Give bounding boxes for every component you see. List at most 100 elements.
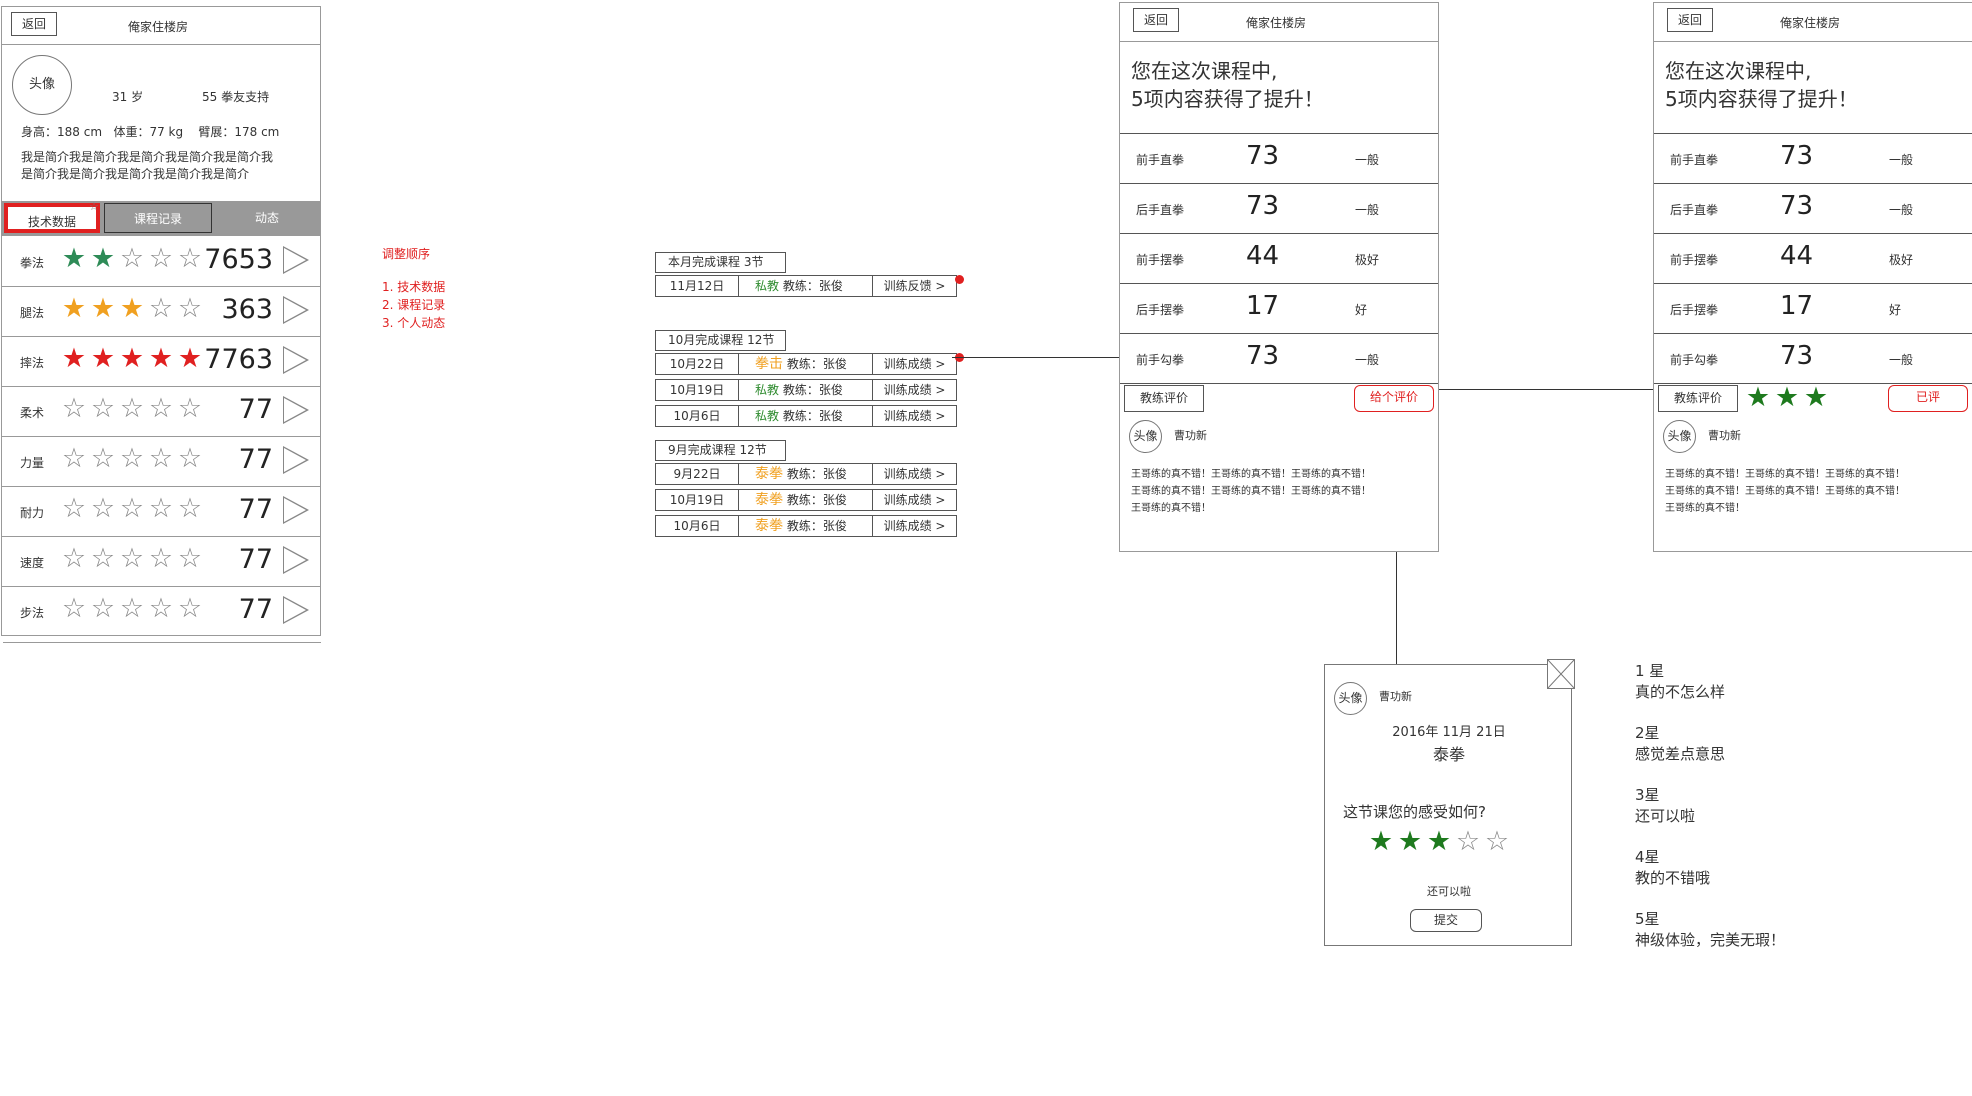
score-value: 73	[1780, 191, 1814, 221]
skill-value: 77	[238, 494, 273, 525]
coach-eval-tab[interactable]: 教练评价	[1658, 385, 1738, 412]
star-empty-icon: ☆	[119, 543, 146, 574]
score-grade: 极好	[1355, 253, 1380, 267]
course-type: 私教	[755, 409, 780, 423]
play-arrow-icon[interactable]	[283, 546, 309, 574]
course-type: 拳击	[755, 356, 783, 372]
course-action-link[interactable]: 训练成绩 >	[872, 379, 957, 401]
back-button[interactable]: 返回	[1133, 8, 1179, 32]
group-header: 本月完成课程 3节	[655, 252, 786, 273]
comment-line: 王哥练的真不错！王哥练的真不错！王哥练的真不错！	[1131, 469, 1371, 480]
order-note-item: 3. 个人动态	[382, 316, 446, 330]
row-divider	[1120, 233, 1438, 234]
course-type: 泰拳	[755, 492, 783, 508]
course-action-link[interactable]: 训练成绩 >	[872, 353, 957, 375]
supporters-count: 55 拳友支持	[202, 90, 270, 104]
star-empty-icon: ☆	[177, 293, 204, 324]
play-arrow-icon[interactable]	[283, 246, 309, 274]
order-note-title: 调整顺序	[382, 247, 431, 261]
skill-row[interactable]: 腿法 ★ ★ ★ ☆ ☆ 363	[2, 286, 320, 336]
play-arrow-icon[interactable]	[283, 446, 309, 474]
legend-level: 1 星	[1635, 662, 1665, 680]
result-screen-b: 返回 俺家住楼房 您在这次课程中, 5项内容获得了提升！ 前手直拳 73 一般 后手直…	[1653, 2, 1972, 552]
rate-button[interactable]: 给个评价	[1354, 385, 1434, 412]
star-filled-icon: ★	[119, 343, 146, 374]
group-header: 9月完成课程 12节	[655, 440, 786, 461]
comment-line: 王哥练的真不错！	[1665, 503, 1745, 514]
close-icon[interactable]	[1547, 659, 1575, 689]
star-filled-icon[interactable]: ★	[1425, 827, 1454, 857]
star-empty-icon[interactable]: ☆	[1454, 827, 1483, 857]
course-info: 泰拳 教练：张俊	[738, 463, 873, 485]
play-arrow-icon[interactable]	[283, 346, 309, 374]
row-divider	[1120, 283, 1438, 284]
star-empty-icon: ☆	[148, 243, 175, 274]
course-info: 私教 教练：张俊	[738, 275, 873, 297]
row-divider	[1654, 133, 1972, 134]
skill-row[interactable]: 力量 ☆ ☆ ☆ ☆ ☆ 77	[2, 436, 320, 486]
course-action-link[interactable]: 训练成绩 >	[872, 463, 957, 485]
star-empty-icon: ☆	[177, 493, 204, 524]
course-action-link[interactable]: 训练成绩 >	[872, 489, 957, 511]
headline: 5项内容获得了提升！	[1665, 87, 1858, 111]
comment-line: 王哥练的真不错！王哥练的真不错！王哥练的真不错！	[1665, 486, 1905, 497]
coach-name: 教练：张俊	[786, 467, 847, 481]
star-empty-icon: ☆	[61, 443, 88, 474]
play-arrow-icon[interactable]	[283, 596, 309, 624]
star-empty-icon: ☆	[90, 493, 117, 524]
headline: 5项内容获得了提升！	[1131, 87, 1324, 111]
coach-name: 教练：张俊	[786, 357, 847, 371]
coach-name: 曹功新	[1379, 690, 1412, 703]
star-filled-icon: ★	[119, 293, 146, 324]
course-date: 10月19日	[655, 489, 739, 511]
skill-row[interactable]: 拳法 ★ ★ ☆ ☆ ☆ 7653	[2, 236, 320, 286]
play-arrow-icon[interactable]	[283, 296, 309, 324]
skill-row[interactable]: 步法 ☆ ☆ ☆ ☆ ☆ 77	[2, 586, 320, 636]
coach-name: 教练：张俊	[782, 409, 843, 423]
skill-row[interactable]: 摔法 ★ ★ ★ ★ ★ 7763	[2, 336, 320, 386]
course-action-link[interactable]: 训练成绩 >	[872, 515, 957, 537]
play-arrow-icon[interactable]	[283, 396, 309, 424]
skill-row[interactable]: 速度 ☆ ☆ ☆ ☆ ☆ 77	[2, 536, 320, 586]
skill-row[interactable]: 耐力 ☆ ☆ ☆ ☆ ☆ 77	[2, 486, 320, 536]
course-date: 10月6日	[655, 515, 739, 537]
star-filled-icon[interactable]: ★	[1396, 827, 1425, 857]
legend-level: 4星	[1635, 848, 1660, 866]
score-grade: 一般	[1355, 353, 1380, 367]
submit-button[interactable]: 提交	[1410, 909, 1482, 932]
star-filled-icon: ★	[177, 343, 204, 374]
play-arrow-icon[interactable]	[283, 496, 309, 524]
tab-course-record[interactable]: 课程记录	[104, 203, 212, 233]
skill-value: 77	[238, 544, 273, 575]
tab-tech-data[interactable]: 技术数据	[4, 203, 100, 233]
back-button[interactable]: 返回	[11, 12, 57, 36]
rated-badge: 已评	[1888, 385, 1968, 412]
star-empty-icon: ☆	[61, 493, 88, 524]
star-filled-icon[interactable]: ★	[1367, 827, 1396, 857]
star-empty-icon: ☆	[119, 243, 146, 274]
rating-question: 这节课您的感受如何?	[1343, 803, 1486, 821]
course-action-link[interactable]: 训练成绩 >	[872, 405, 957, 427]
star-empty-icon[interactable]: ☆	[1483, 827, 1512, 857]
skill-stars: ★ ★ ★ ☆ ☆	[60, 294, 205, 324]
back-button[interactable]: 返回	[1667, 8, 1713, 32]
skill-row[interactable]: 柔术 ☆ ☆ ☆ ☆ ☆ 77	[2, 386, 320, 436]
star-filled-icon: ★	[1803, 382, 1830, 413]
course-action-link[interactable]: 训练反馈 >	[872, 275, 957, 297]
row-divider	[1654, 183, 1972, 184]
skill-stars: ☆ ☆ ☆ ☆ ☆	[60, 544, 205, 574]
score-value: 44	[1246, 241, 1280, 271]
legend-text: 教的不错哦	[1635, 869, 1711, 887]
coach-eval-tab[interactable]: 教练评价	[1124, 385, 1204, 412]
skill-stars: ☆ ☆ ☆ ☆ ☆	[60, 494, 205, 524]
rating-stars-input[interactable]: ★ ★ ★ ☆ ☆	[1367, 827, 1512, 857]
tab-activity[interactable]: 动态	[214, 203, 320, 233]
comment-line: 王哥练的真不错！	[1131, 503, 1211, 514]
skill-value: 77	[238, 594, 273, 625]
score-label: 后手直拳	[1670, 203, 1719, 217]
star-empty-icon: ☆	[148, 443, 175, 474]
skill-label: 腿法	[20, 306, 45, 320]
score-grade: 一般	[1889, 353, 1914, 367]
comment-line: 王哥练的真不错！王哥练的真不错！王哥练的真不错！	[1665, 469, 1905, 480]
star-empty-icon: ☆	[177, 393, 204, 424]
